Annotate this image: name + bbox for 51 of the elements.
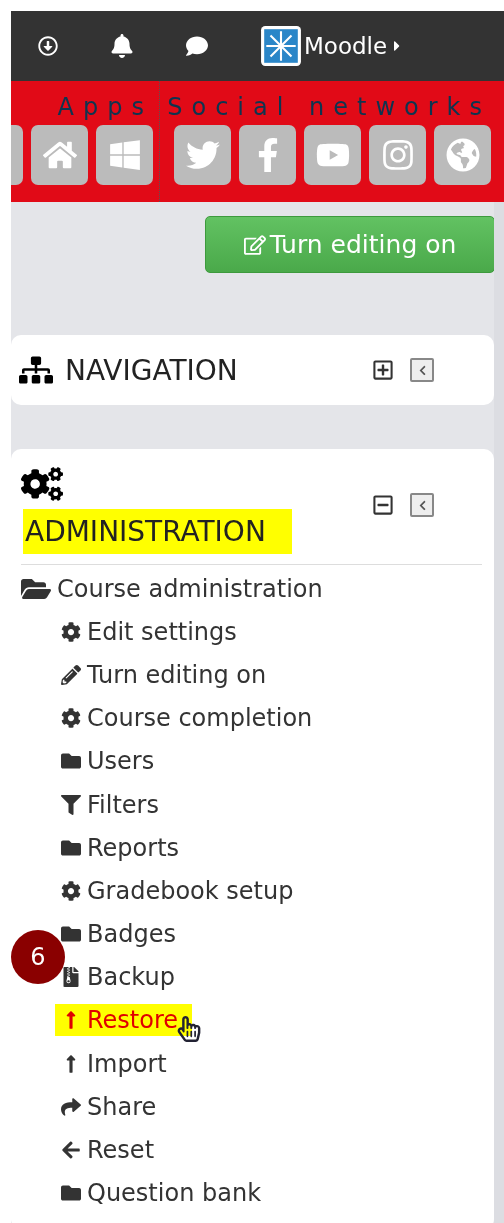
tree-item[interactable]: Users: [87, 747, 155, 776]
hand-cursor-icon: [176, 1016, 203, 1043]
speech-bubble-icon[interactable]: [186, 35, 208, 57]
tree-item[interactable]: Gradebook setup: [87, 876, 294, 905]
instagram-icon: [380, 138, 415, 172]
windows-icon: [107, 138, 142, 172]
gear-icon: [61, 880, 81, 901]
block-title[interactable]: ADMINISTRATION: [23, 509, 292, 554]
left-arrow-icon: [61, 1140, 81, 1161]
pencil-icon: [61, 664, 81, 685]
twitter-tile[interactable]: [174, 125, 231, 185]
tree-item[interactable]: Course administration: [57, 574, 323, 603]
collapse-icon[interactable]: [372, 494, 394, 516]
tree-item[interactable]: Backup: [87, 963, 175, 992]
tree-item[interactable]: Share: [87, 1092, 157, 1121]
expand-icon[interactable]: [372, 359, 394, 381]
bell-icon[interactable]: [110, 34, 134, 58]
zip-file-icon: [61, 967, 81, 988]
tree-item[interactable]: Turn editing on: [87, 660, 267, 689]
gear-icon: [61, 621, 81, 642]
tree-item[interactable]: Import: [87, 1049, 167, 1078]
folder-icon: [61, 924, 81, 945]
tree-item[interactable]: Badges: [87, 920, 176, 949]
tree-item[interactable]: Question bank: [87, 1179, 262, 1208]
tree-item[interactable]: Reset: [87, 1136, 155, 1165]
site-name[interactable]: Moodle: [304, 33, 388, 59]
dock-icon[interactable]: [410, 493, 434, 517]
share-icon: [61, 1096, 81, 1117]
dock-icon[interactable]: [410, 358, 434, 382]
sitemap-icon: [19, 353, 53, 387]
tree-item[interactable]: Filters: [87, 790, 159, 819]
block-title[interactable]: NAVIGATION: [65, 353, 238, 387]
twitter-icon: [185, 138, 220, 172]
snowflake-logo-icon: [260, 25, 302, 67]
filter-icon: [61, 794, 81, 815]
group-title: Social networks: [167, 93, 491, 121]
home-tile[interactable]: [31, 125, 88, 185]
group-title: Apps: [57, 93, 153, 121]
facebook-tile[interactable]: [239, 125, 296, 185]
gear-icon: [61, 708, 81, 729]
edit-icon: [243, 233, 266, 256]
globe-tile[interactable]: [434, 125, 491, 185]
windows-tile[interactable]: [96, 125, 153, 185]
globe-icon: [445, 138, 480, 172]
tree-item[interactable]: Reports: [87, 833, 180, 862]
folder-icon: [61, 1183, 81, 1204]
instagram-tile[interactable]: [369, 125, 426, 185]
tree-item[interactable]: Edit settings: [87, 617, 237, 646]
folder-icon: [61, 751, 81, 772]
tree-item[interactable]: Course completion: [87, 704, 313, 733]
youtube-tile[interactable]: [304, 125, 361, 185]
